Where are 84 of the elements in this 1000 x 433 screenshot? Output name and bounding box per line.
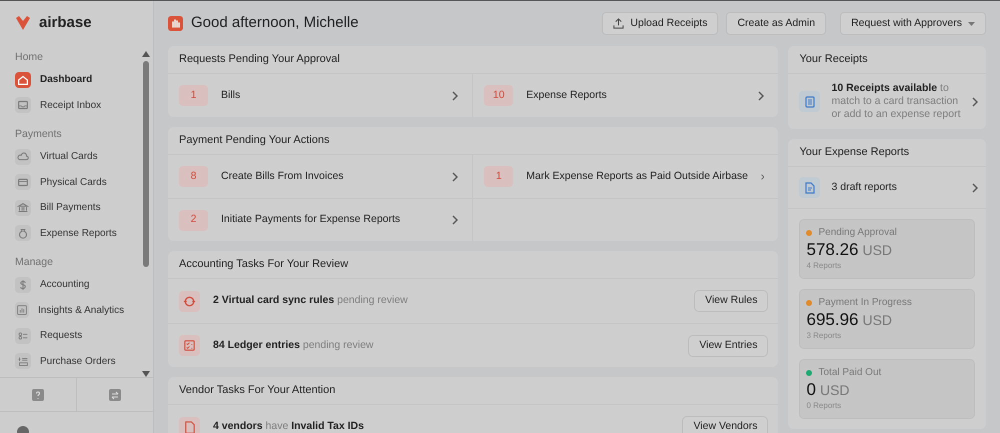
card-title: Payment Pending Your Actions [168, 127, 778, 155]
count-badge: 8 [179, 166, 208, 187]
card-title: Vendor Tasks For Your Attention [168, 377, 778, 405]
bar-chart-icon [15, 303, 29, 318]
nav-item[interactable]: Accounting [0, 272, 139, 298]
count-badge: 10 [484, 85, 514, 106]
view-button[interactable]: View Rules [694, 290, 768, 312]
section-label: Payments [14, 127, 63, 142]
card-title: Accounting Tasks For Your Review [168, 251, 778, 279]
section-label: Manage [14, 255, 54, 270]
chevron-right-icon [972, 182, 978, 192]
report-count: 3 Reports [806, 330, 842, 342]
chevron-right-icon [758, 90, 764, 100]
logo-icon [15, 15, 31, 31]
task-label: Mark Expense Reports as Paid Outside Airbase [526, 168, 748, 184]
task-row[interactable]: 10 Expense Reports [473, 74, 778, 117]
task-label: Expense Reports [526, 88, 608, 103]
scroll-up-icon[interactable] [142, 51, 150, 57]
count-badge: 1 [484, 166, 514, 187]
count-badge: 1 [179, 85, 208, 106]
card-title: Your Receipts [788, 46, 986, 74]
report-count: 0 Reports [806, 400, 842, 412]
task-label: Initiate Payments for Expense Reports [221, 212, 402, 228]
stat-amount: 695.96 [806, 310, 858, 330]
scrollbar-thumb[interactable] [143, 61, 149, 267]
checklist-icon [179, 335, 200, 356]
document-icon [799, 177, 820, 198]
logo-text: airbase [39, 12, 92, 33]
currency: USD [820, 381, 850, 400]
task-row[interactable]: 8 Create Bills From Invoices [168, 155, 474, 198]
stat-label: Payment In Progress [818, 296, 912, 310]
section-label: Home [14, 50, 44, 66]
switch-icon[interactable] [109, 388, 121, 400]
currency: USD [862, 311, 892, 330]
upload-icon [613, 18, 624, 29]
greeting: Good afternoon, Michelle [191, 13, 359, 34]
nav-item[interactable]: Requests [0, 323, 139, 348]
header-button[interactable]: Upload Receipts [602, 12, 718, 35]
currency: USD [862, 241, 892, 260]
scroll-down-icon[interactable] [142, 371, 150, 377]
sync-icon [179, 290, 200, 312]
drafts-row[interactable]: 3 draft reports [788, 167, 986, 209]
receipts-text: 10 Receipts available to match to a card transaction or add to an expense report [831, 82, 961, 121]
view-button[interactable]: View Entries [688, 334, 768, 356]
view-button[interactable]: View Vendors [682, 416, 768, 433]
help-icon[interactable] [32, 388, 44, 400]
nav-item[interactable]: Virtual Cards [0, 144, 139, 170]
drafts-label: 3 draft reports [831, 180, 898, 195]
caret-icon [968, 22, 975, 26]
stat-amount: 0 [806, 380, 816, 400]
task-text: 2 Virtual card sync rules pending review [213, 293, 409, 308]
stat-label: Total Paid Out [818, 366, 882, 380]
report-count: 4 Reports [806, 260, 842, 272]
card-title: Your Expense Reports [788, 139, 986, 167]
document-icon [179, 416, 200, 433]
bank-icon [16, 200, 30, 215]
header-button[interactable]: Request with Approvers [840, 12, 986, 35]
nav-item[interactable]: Physical Cards [0, 170, 139, 195]
task-text: 84 Ledger entries pending review [213, 338, 374, 353]
chevron-right-icon [452, 215, 458, 225]
chevron-right-icon [972, 96, 978, 106]
nav-item[interactable]: Receipt Inbox [0, 92, 139, 118]
nav-item[interactable]: Dashboard [0, 67, 139, 92]
nav-item[interactable]: Purchase Orders [0, 348, 139, 374]
task-text: 4 vendors have Invalid Tax IDs [213, 419, 365, 433]
header-button[interactable]: Create as Admin [726, 12, 826, 35]
task-row[interactable]: 1 Bills [168, 74, 474, 117]
money-bag-icon [16, 226, 30, 240]
stat-amount: 578.26 [806, 240, 858, 260]
nav-item[interactable]: Insights & Analytics [0, 298, 139, 323]
task-label: Bills [221, 88, 242, 103]
receipt-icon [799, 91, 820, 112]
task-label: Create Bills From Invoices [221, 168, 345, 184]
nav-item[interactable]: Bill Payments [0, 195, 139, 220]
stat-label: Pending Approval [818, 226, 897, 240]
chevron-right-icon [452, 172, 458, 182]
card-title: Requests Pending Your Approval [168, 46, 778, 74]
chevron-right-icon [761, 172, 764, 182]
task-row[interactable]: 2 Initiate Payments for Expense Reports [168, 198, 474, 241]
count-badge: 2 [179, 210, 208, 230]
chevron-right-icon [452, 90, 458, 100]
receipts-row[interactable]: 10 Receipts available to match to a card transaction or add to an expense report [788, 74, 986, 129]
nav-item[interactable]: Expense Reports [0, 220, 139, 246]
task-row[interactable]: 1 Mark Expense Reports as Paid Outside Airbase [473, 155, 778, 198]
